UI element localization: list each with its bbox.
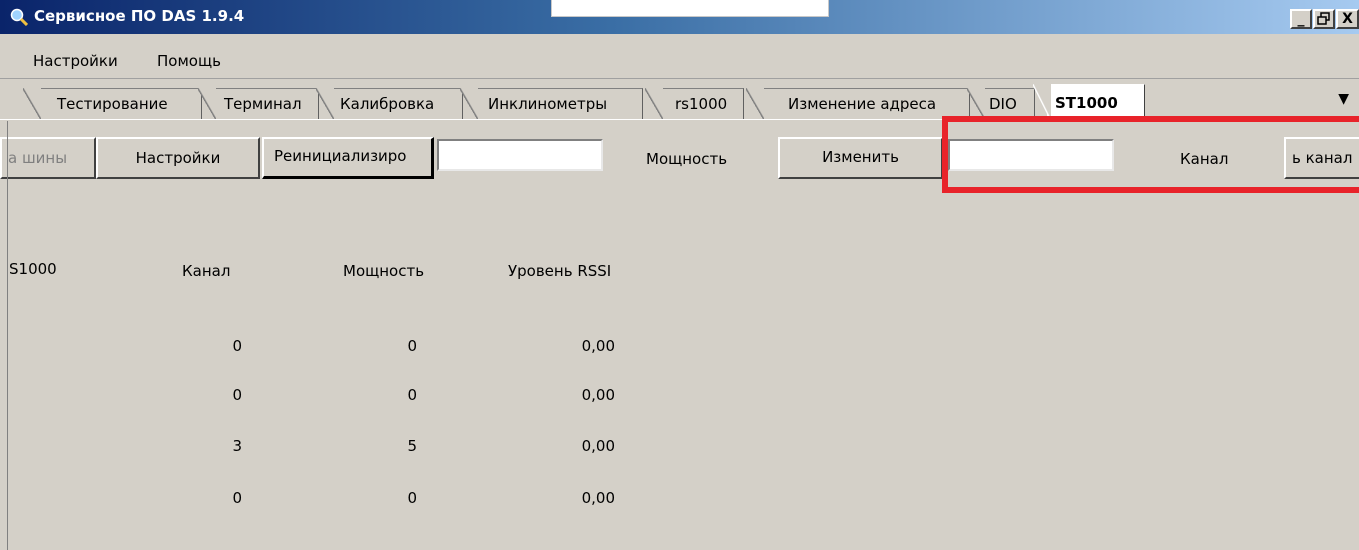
magnifier-icon: [10, 8, 28, 26]
tab-change-address[interactable]: Изменение адреса: [746, 88, 970, 119]
menu-settings[interactable]: Настройки: [33, 52, 118, 70]
cell-power: 0: [407, 489, 417, 507]
tab-calibration[interactable]: Калибровка: [316, 88, 463, 119]
tab-dio[interactable]: DIO: [967, 88, 1035, 119]
tab-label: rs1000: [675, 95, 728, 113]
tab-terminal[interactable]: Терминал: [198, 88, 319, 119]
bus-button[interactable]: а шины: [0, 137, 96, 179]
cell-rssi: 0,00: [581, 489, 615, 507]
minimize-button[interactable]: _: [1290, 9, 1312, 29]
highlight-box: [942, 116, 1359, 193]
power-input[interactable]: [437, 139, 603, 171]
panel-edge: [7, 121, 8, 550]
menu-bar: Настройки Помощь: [0, 34, 1359, 79]
tab-label: Тестирование: [57, 95, 168, 113]
tab-st1000[interactable]: ST1000: [1033, 84, 1145, 120]
column-header-channel: Канал: [182, 262, 231, 280]
column-header-device: S1000: [9, 260, 57, 278]
cell-rssi: 0,00: [581, 337, 615, 355]
column-header-rssi: Уровень RSSI: [508, 262, 612, 280]
window-title: Сервисное ПО DAS 1.9.4: [34, 7, 245, 25]
close-button[interactable]: X: [1336, 9, 1359, 29]
cell-power: 0: [407, 337, 417, 355]
column-header-power: Мощность: [343, 262, 425, 280]
cell-channel: 3: [232, 437, 242, 455]
cell-power: 0: [407, 386, 417, 404]
restore-icon: [1317, 12, 1330, 25]
cell-channel: 0: [232, 337, 242, 355]
cell-rssi: 0,00: [581, 437, 615, 455]
title-overlay: [551, 0, 829, 17]
cell-channel: 0: [232, 489, 242, 507]
tab-testing[interactable]: Тестирование: [23, 88, 202, 119]
change-power-button[interactable]: Изменить: [778, 137, 943, 179]
tab-label: Инклинометры: [488, 95, 608, 113]
tab-overflow-arrow-icon[interactable]: ▼: [1338, 91, 1349, 107]
tab-label: ST1000: [1055, 94, 1118, 112]
maximize-button[interactable]: [1313, 9, 1335, 29]
cell-power: 5: [407, 437, 417, 455]
menu-help[interactable]: Помощь: [157, 52, 221, 70]
cell-channel: 0: [232, 386, 242, 404]
tab-strip: Тестирование Терминал Калибровка Инклино…: [0, 79, 1359, 120]
title-bar: Сервисное ПО DAS 1.9.4 _ X: [0, 0, 1359, 34]
tab-rs1000[interactable]: rs1000: [645, 88, 744, 119]
tab-inclinometers[interactable]: Инклинометры: [460, 88, 643, 119]
settings-button[interactable]: Настройки: [96, 137, 260, 179]
tab-label: DIO: [989, 95, 1017, 113]
tab-label: Изменение адреса: [788, 95, 937, 113]
cell-rssi: 0,00: [581, 386, 615, 404]
tab-label: Терминал: [224, 95, 302, 113]
reinit-button[interactable]: Реинициализиро: [262, 137, 434, 179]
tab-label: Калибровка: [340, 95, 435, 113]
power-label: Мощность: [646, 150, 728, 168]
